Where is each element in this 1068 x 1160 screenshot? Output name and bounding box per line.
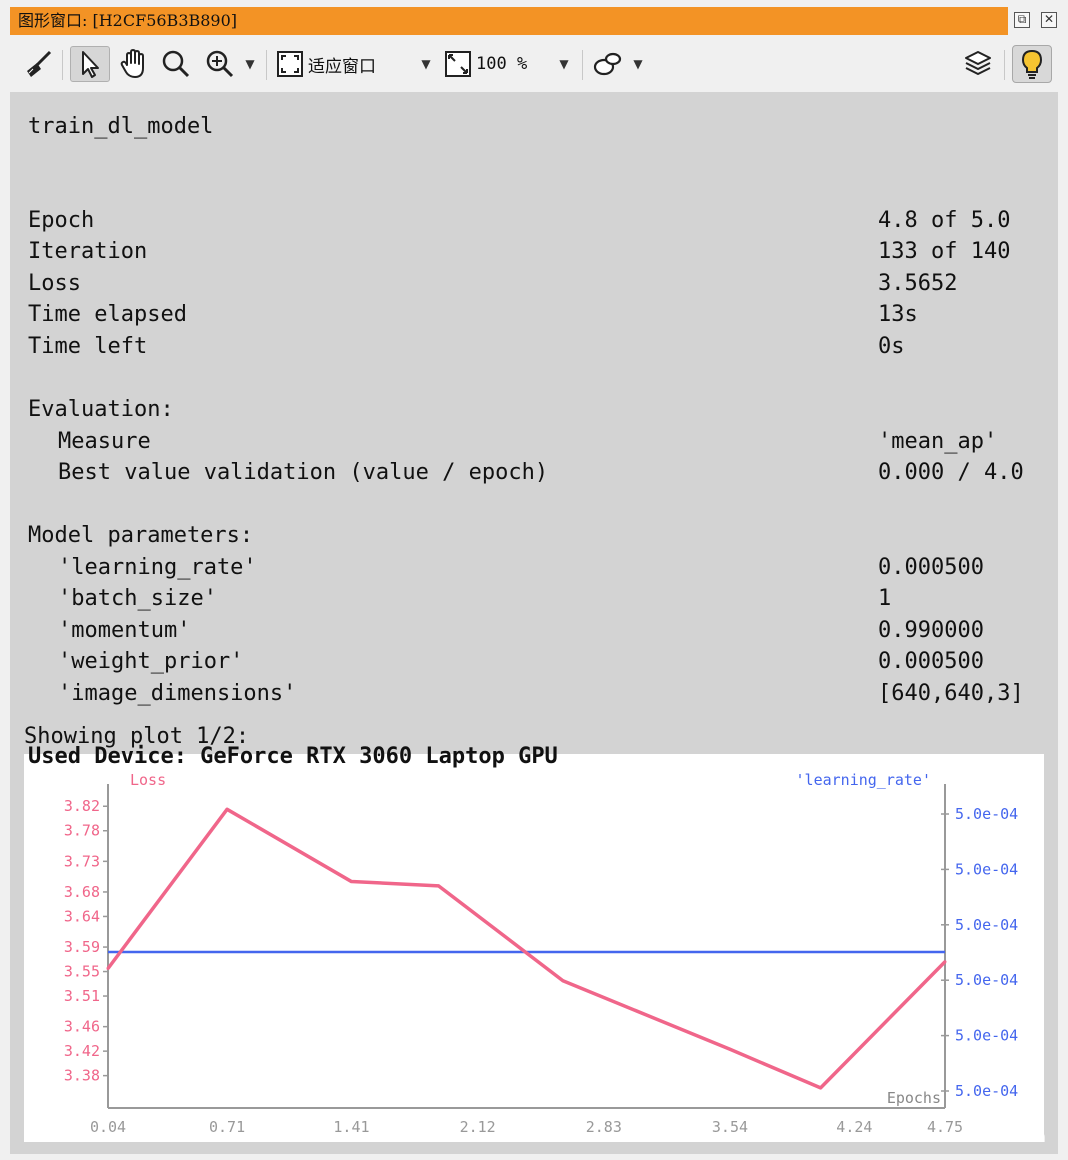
param-value-batch-size: 1 <box>878 586 892 611</box>
fit-window-text: 适应窗口 <box>308 56 376 77</box>
loss-data-point <box>225 807 229 811</box>
left-tick-label: 3.64 <box>64 907 100 925</box>
region-shapes-dropdown-caret-icon[interactable]: ▼ <box>630 46 646 82</box>
zoom-percent-field[interactable]: 100 % <box>476 46 546 82</box>
fit-window-icon[interactable] <box>274 46 306 82</box>
toolbar-separator <box>266 50 267 80</box>
zoom-percent-dropdown-caret-icon[interactable]: ▼ <box>556 46 572 82</box>
select-arrow-icon[interactable] <box>70 46 110 82</box>
layers-icon[interactable] <box>960 46 996 82</box>
used-device-label: Used Device: GeForce RTX 3060 Laptop GPU <box>28 744 558 769</box>
evaluation-title: Evaluation: <box>28 397 174 422</box>
fit-window-label[interactable]: 适应窗口 <box>308 46 394 82</box>
zoom-in-icon[interactable] <box>202 46 238 82</box>
x-tick-label: 2.12 <box>460 1118 496 1136</box>
zoom-percent-text: 100 % <box>476 54 528 74</box>
row-value-epoch: 4.8 of 5.0 <box>878 208 1011 233</box>
training-chart-svg: 3.82 3.78 3.73 3.68 3.64 3.59 3.55 3.51 3.46 3.42… <box>64 771 1018 1136</box>
left-tick-label: 3.42 <box>64 1042 100 1060</box>
zoom-in-dropdown-caret-icon[interactable]: ▼ <box>242 46 258 82</box>
param-label-weight-prior: 'weight_prior' <box>58 649 244 674</box>
loss-data-point <box>943 960 947 964</box>
loss-data-point <box>561 979 565 983</box>
toolbar-separator <box>62 50 63 80</box>
x-tick-label: 2.83 <box>586 1118 622 1136</box>
evaluation-value-measure: 'mean_ap' <box>878 429 998 454</box>
region-shapes-icon[interactable] <box>590 46 626 82</box>
magnifier-icon[interactable] <box>158 46 194 82</box>
param-label-momentum: 'momentum' <box>58 618 191 643</box>
graphics-canvas[interactable]: train_dl_model Epoch 4.8 of 5.0 Iteratio… <box>10 92 1058 1154</box>
param-label-learning-rate: 'learning_rate' <box>58 555 257 580</box>
row-label-time-left: Time left <box>28 334 148 359</box>
row-label-iteration: Iteration <box>28 239 148 264</box>
row-value-time-left: 0s <box>878 334 905 359</box>
row-label-time-elapsed: Time elapsed <box>28 302 187 327</box>
evaluation-label-best: Best value validation (value / epoch) <box>58 460 549 485</box>
left-tick-label: 3.68 <box>64 883 100 901</box>
x-tick-label: 0.04 <box>90 1118 126 1136</box>
param-value-weight-prior: 0.000500 <box>878 649 984 674</box>
right-tick-label: 5.0e-04 <box>955 916 1018 934</box>
left-tick-label: 3.46 <box>64 1018 100 1036</box>
right-tick-label: 5.0e-04 <box>955 805 1018 823</box>
right-tick-label: 5.0e-04 <box>955 860 1018 878</box>
close-window-button[interactable]: ✕ <box>1041 12 1057 28</box>
lightbulb-icon[interactable] <box>1012 45 1052 83</box>
right-tick-label: 5.0e-04 <box>955 971 1018 989</box>
clear-broom-icon[interactable] <box>20 46 56 82</box>
x-tick-label: 4.24 <box>836 1118 872 1136</box>
left-tick-label: 3.73 <box>64 852 100 870</box>
row-value-loss: 3.5652 <box>878 271 958 296</box>
x-tick-label: 0.71 <box>209 1118 245 1136</box>
x-tick-label: 3.54 <box>712 1118 748 1136</box>
pan-hand-icon[interactable] <box>114 46 154 82</box>
toolbar-separator <box>1004 50 1005 80</box>
right-tick-label: 5.0e-04 <box>955 1027 1018 1045</box>
left-tick-label: 3.38 <box>64 1067 100 1085</box>
text-header: train_dl_model <box>28 114 214 139</box>
loss-data-point <box>437 884 441 888</box>
training-plot: 3.82 3.78 3.73 3.68 3.64 3.59 3.55 3.51 3.46 3.42… <box>24 754 1044 1142</box>
watermark: www.51halcon.com <box>900 1128 1046 1146</box>
toolbar: ▼ 适应窗口 ▼ 100 % ▼ ▼ <box>10 40 1058 90</box>
loss-data-point <box>819 1086 823 1090</box>
params-title: Model parameters: <box>28 523 254 548</box>
left-tick-label: 3.59 <box>64 938 100 956</box>
left-tick-label: 3.82 <box>64 797 100 815</box>
row-value-iteration: 133 of 140 <box>878 239 1011 264</box>
x-axis-title: Epochs <box>887 1089 941 1107</box>
left-tick-label: 3.51 <box>64 987 100 1005</box>
left-axis-title: Loss <box>130 771 166 789</box>
left-tick-label: 3.55 <box>64 963 100 981</box>
loss-data-point <box>728 1047 732 1051</box>
left-tick-label: 3.78 <box>64 822 100 840</box>
param-value-image-dimensions: [640,640,3] <box>878 681 1024 706</box>
fit-window-dropdown-caret-icon[interactable]: ▼ <box>418 46 434 82</box>
param-label-image-dimensions: 'image_dimensions' <box>58 681 297 706</box>
evaluation-label-measure: Measure <box>58 429 151 454</box>
zoom-percent-icon[interactable] <box>442 46 474 82</box>
loss-data-point <box>349 880 353 884</box>
window-title: 图形窗口: [H2CF56B3B890] <box>10 7 1008 35</box>
loss-data-point <box>106 966 110 970</box>
x-tick-label: 1.41 <box>333 1118 369 1136</box>
param-value-learning-rate: 0.000500 <box>878 555 984 580</box>
evaluation-value-best: 0.000 / 4.0 <box>878 460 1024 485</box>
toolbar-separator <box>582 50 583 80</box>
row-value-time-elapsed: 13s <box>878 302 918 327</box>
param-value-momentum: 0.990000 <box>878 618 984 643</box>
param-label-batch-size: 'batch_size' <box>58 586 217 611</box>
right-tick-label: 5.0e-04 <box>955 1082 1018 1100</box>
row-label-epoch: Epoch <box>28 208 95 233</box>
right-axis-title: 'learning_rate' <box>796 771 931 789</box>
restore-window-button[interactable]: ⧉ <box>1014 12 1030 28</box>
row-label-loss: Loss <box>28 271 81 296</box>
loss-series-line <box>106 807 947 1090</box>
